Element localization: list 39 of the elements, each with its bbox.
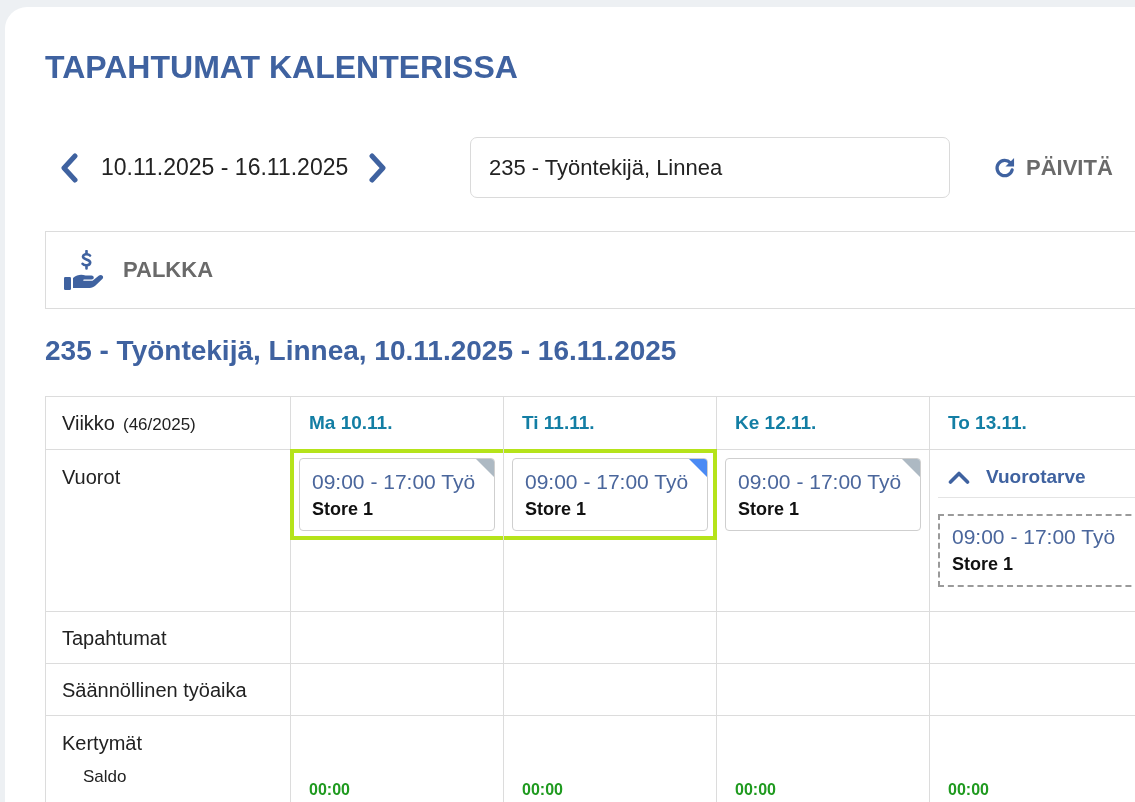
shift-card[interactable]: 09:00 - 17:00 Työ Store 1 <box>512 458 708 531</box>
section-heading: 235 - Työntekijä, Linnea, 10.11.2025 - 16.11.2025 <box>45 334 677 368</box>
balance-value: 00:00 <box>309 781 350 798</box>
row-sublabel: Saldo <box>83 766 127 788</box>
balance-value: 00:00 <box>522 781 563 798</box>
balance-value: 00:00 <box>735 781 776 798</box>
week-label: Viikko <box>62 412 115 434</box>
week-number: (46/2025) <box>123 415 196 434</box>
refresh-button[interactable]: PÄIVITÄ <box>993 154 1113 181</box>
day-header: To 13.11. <box>929 396 1135 450</box>
demand-toggle[interactable]: Vuorotarve <box>938 458 1135 498</box>
panel-title: PALKKA <box>123 257 214 283</box>
shift-location: Store 1 <box>738 498 800 521</box>
balance-value: 00:00 <box>948 781 989 798</box>
demand-shift-card[interactable]: 09:00 - 17:00 Työ Store 1 <box>938 514 1135 587</box>
page-title: TAPAHTUMAT KALENTERISSA <box>45 48 518 87</box>
row-label: Vuorot <box>62 466 121 488</box>
shift-location: Store 1 <box>525 498 587 521</box>
day-header: Ma 10.11. <box>290 396 504 450</box>
day-header: Ti 11.11. <box>503 396 717 450</box>
row-label: Säännöllinen työaika <box>62 678 247 701</box>
shift-time: 09:00 - 17:00 Työ <box>952 524 1116 550</box>
employee-select[interactable]: 235 - Työntekijä, Linnea <box>470 137 950 198</box>
row-label: Tapahtumat <box>62 626 167 649</box>
day-header: Ke 12.11. <box>716 396 930 450</box>
shift-location: Store 1 <box>312 498 374 521</box>
chevron-up-icon <box>948 469 970 484</box>
chevron-left-icon <box>59 152 79 183</box>
shift-location: Store 1 <box>952 553 1014 576</box>
previous-week-button[interactable] <box>59 152 79 183</box>
row-label: Kertymät <box>62 731 143 756</box>
refresh-icon <box>993 156 1016 179</box>
shift-time: 09:00 - 17:00 Työ <box>525 469 689 495</box>
shift-time: 09:00 - 17:00 Työ <box>738 469 902 495</box>
shift-card[interactable]: 09:00 - 17:00 Työ Store 1 <box>299 458 495 531</box>
date-range: 10.11.2025 - 16.11.2025 <box>101 154 349 181</box>
hand-dollar-icon <box>64 250 104 290</box>
shift-card[interactable]: 09:00 - 17:00 Työ Store 1 <box>725 458 921 531</box>
shift-time: 09:00 - 17:00 Työ <box>312 469 476 495</box>
